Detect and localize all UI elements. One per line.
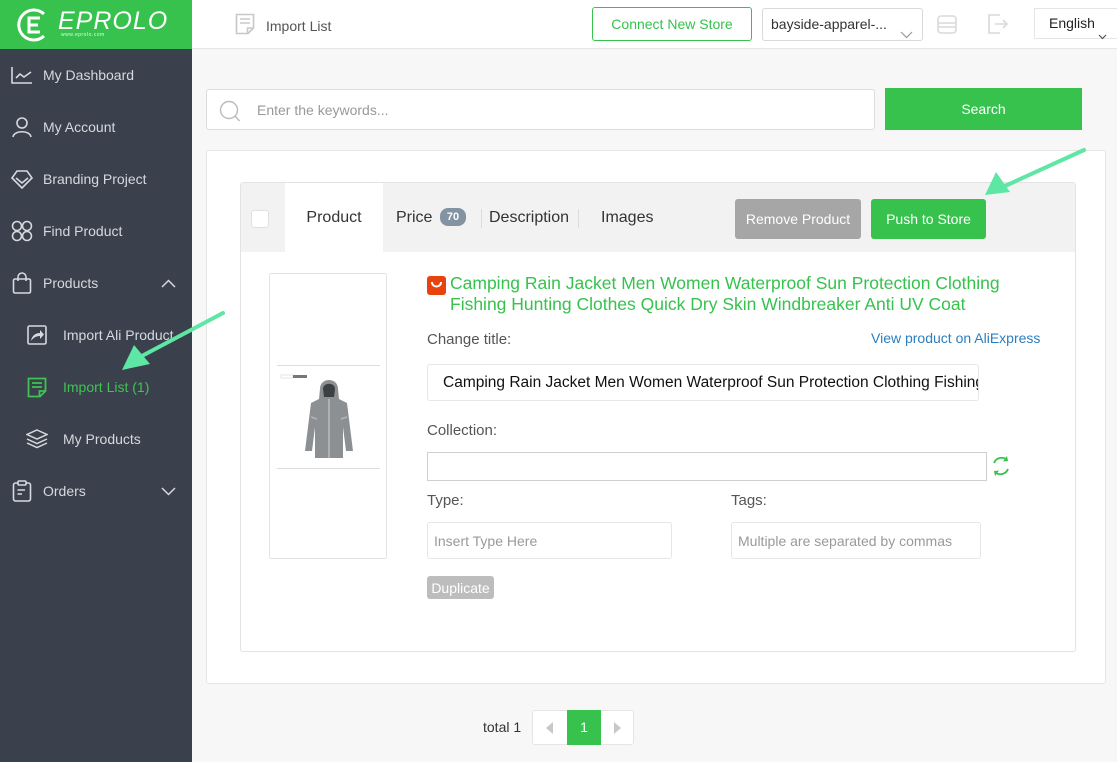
sidebar-item-label: Import Ali Product: [63, 327, 174, 343]
thumbnail-divider: [277, 468, 380, 469]
chevron-down-icon[interactable]: [161, 483, 176, 499]
list-note-icon: [235, 13, 255, 38]
price-count-badge: 70: [439, 208, 467, 226]
sidebar-item-my-dashboard[interactable]: My Dashboard: [0, 49, 192, 101]
page-1-button[interactable]: 1: [567, 710, 601, 745]
select-product-checkbox[interactable]: [251, 210, 269, 228]
remove-product-button[interactable]: Remove Product: [735, 199, 861, 239]
sidebar-item-label: My Dashboard: [43, 67, 135, 83]
product-title-input[interactable]: [427, 364, 979, 401]
product-card: Product Price 70 Description Images Remo…: [240, 182, 1076, 652]
chevron-up-icon[interactable]: [161, 275, 176, 291]
tab-label: Price: [396, 209, 433, 226]
sidebar: EPROLO www.eprolo.com My Dashboard My Ac…: [0, 0, 192, 762]
logo-url: www.eprolo.com: [61, 32, 105, 38]
tab-images[interactable]: Images: [601, 183, 653, 252]
sidebar-item-label: Import List (1): [63, 379, 150, 395]
tab-product[interactable]: Product: [285, 183, 383, 252]
view-on-aliexpress-link[interactable]: View product on AliExpress: [871, 330, 1040, 346]
diamond-icon: [11, 168, 33, 190]
caret-right-icon: [614, 721, 621, 734]
product-card-header: Product Price 70 Description Images Remo…: [241, 183, 1075, 252]
pagination: 1: [532, 710, 634, 745]
language-value: English: [1049, 15, 1095, 31]
import-share-icon: [26, 324, 48, 346]
sidebar-nav: My Dashboard My Account Branding Project…: [0, 49, 192, 517]
tags-input[interactable]: [731, 522, 981, 559]
caret-left-icon: [546, 721, 553, 734]
language-select[interactable]: English: [1034, 8, 1117, 40]
clipboard-icon: [11, 480, 33, 502]
type-input[interactable]: [427, 522, 672, 559]
product-thumbnail[interactable]: [269, 273, 387, 559]
sidebar-item-my-account[interactable]: My Account: [0, 101, 192, 153]
search-icon: [219, 100, 241, 127]
sidebar-item-label: My Products: [63, 431, 141, 447]
grid-circles-icon: [11, 220, 33, 242]
sidebar-item-label: Products: [43, 275, 99, 291]
tab-divider: [481, 209, 482, 228]
search-input[interactable]: [257, 90, 857, 129]
sidebar-item-label: Branding Project: [43, 171, 147, 187]
eprolo-logo-icon: [17, 8, 46, 41]
user-icon: [11, 116, 33, 138]
store-select[interactable]: bayside-apparel-...: [762, 8, 923, 41]
next-page-button[interactable]: [600, 711, 634, 744]
logo-wordmark: EPROLO: [58, 7, 169, 35]
chevron-down-icon: [900, 19, 913, 50]
sidebar-item-label: Find Product: [43, 223, 123, 239]
tab-label: Description: [489, 209, 570, 226]
sidebar-item-branding-project[interactable]: Branding Project: [0, 153, 192, 205]
topbar: Import List Connect New Store bayside-ap…: [192, 0, 1117, 49]
import-list-panel: Product Price 70 Description Images Remo…: [206, 150, 1106, 684]
change-title-label: Change title:: [427, 331, 512, 348]
search-field: [206, 89, 875, 130]
duplicate-button[interactable]: Duplicate: [427, 576, 494, 599]
sidebar-item-import-ali-product[interactable]: Import Ali Product: [0, 309, 192, 361]
pagination-total: total 1: [483, 719, 522, 735]
chevron-down-icon: [1098, 21, 1107, 50]
type-label: Type:: [427, 492, 464, 509]
store-select-value: bayside-apparel-...: [771, 16, 887, 32]
collection-label: Collection:: [427, 422, 498, 439]
sidebar-item-products[interactable]: Products: [0, 257, 192, 309]
tab-price[interactable]: Price 70: [396, 183, 467, 252]
logout-icon[interactable]: [987, 13, 1009, 40]
collection-input[interactable]: [427, 452, 987, 481]
product-title[interactable]: Camping Rain Jacket Men Women Waterproof…: [427, 273, 1027, 315]
eprolo-logo[interactable]: EPROLO www.eprolo.com: [0, 0, 192, 49]
prev-page-button[interactable]: [533, 711, 567, 744]
tab-divider: [578, 209, 579, 228]
chart-line-icon: [11, 64, 33, 86]
sidebar-item-label: Orders: [43, 483, 86, 499]
sidebar-item-find-product[interactable]: Find Product: [0, 205, 192, 257]
thumbnail-divider: [277, 365, 380, 366]
breadcrumb-label: Import List: [266, 17, 332, 34]
product-title-line: Fishing Hunting Clothes Quick Dry Skin W…: [450, 294, 966, 314]
layers-icon: [26, 428, 48, 450]
tab-description[interactable]: Description: [489, 183, 569, 252]
push-to-store-button[interactable]: Push to Store: [871, 199, 986, 239]
sidebar-item-label: My Account: [43, 119, 116, 135]
bag-icon: [11, 272, 33, 294]
refresh-icon[interactable]: [990, 455, 1012, 482]
connect-new-store-button[interactable]: Connect New Store: [592, 7, 752, 41]
sidebar-item-my-products[interactable]: My Products: [0, 413, 192, 465]
tab-label: Images: [601, 209, 654, 226]
store-icon[interactable]: [936, 13, 958, 40]
tags-label: Tags:: [731, 492, 767, 509]
product-title-line: Camping Rain Jacket Men Women Waterproof…: [450, 273, 1000, 293]
list-note-icon: [26, 376, 48, 398]
sidebar-item-orders[interactable]: Orders: [0, 465, 192, 517]
breadcrumb: Import List: [235, 13, 331, 38]
jacket-image: [280, 374, 353, 458]
sidebar-item-import-list[interactable]: Import List (1): [0, 361, 192, 413]
tab-label: Product: [306, 209, 362, 226]
search-button[interactable]: Search: [885, 88, 1082, 130]
